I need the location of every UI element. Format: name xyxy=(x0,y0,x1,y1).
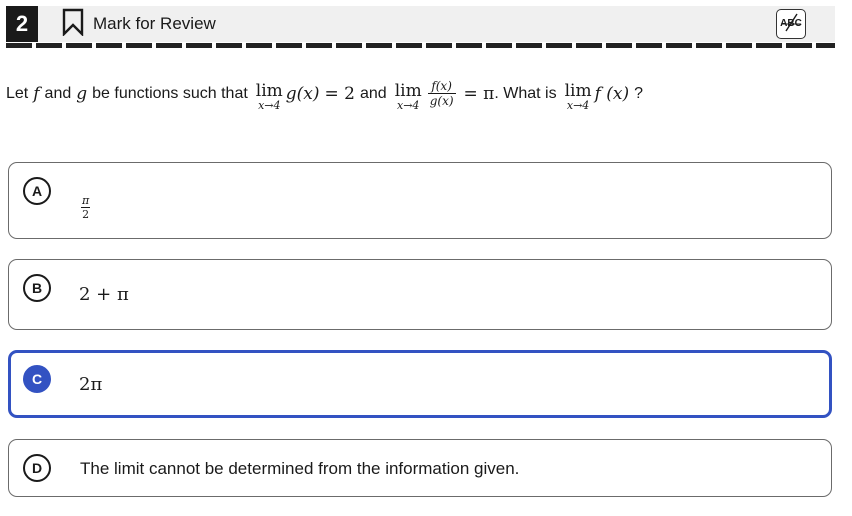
choice-letter-badge: A xyxy=(23,177,51,205)
answer-choice-b[interactable]: B 2 + π xyxy=(8,259,832,330)
lim-word: lim xyxy=(564,81,592,101)
choice-letter-badge: B xyxy=(23,274,51,302)
question-text-part: Let xyxy=(6,85,29,102)
lim-word: lim xyxy=(255,81,283,101)
question-number: 2 xyxy=(6,6,38,42)
choice-c-text: 2π xyxy=(79,374,103,395)
choice-a-denominator: 2 xyxy=(82,208,90,221)
bookmark-icon xyxy=(62,8,84,41)
mark-for-review-button[interactable]: Mark for Review xyxy=(62,8,216,41)
choice-letter-badge: D xyxy=(23,454,51,482)
fraction-numerator: f(x) xyxy=(431,78,452,93)
limit-operator: lim x→4 xyxy=(256,82,283,112)
limit-operator: lim x→4 xyxy=(395,82,422,112)
math-f: f xyxy=(33,84,40,104)
math-f-of-x: f (x) xyxy=(594,84,630,104)
question-text-part: and xyxy=(44,85,72,102)
choice-d-text: The limit cannot be determined from the … xyxy=(80,459,520,478)
mark-for-review-label: Mark for Review xyxy=(93,14,216,33)
math-equals-2: = 2 xyxy=(324,84,355,104)
choice-a-numerator: π xyxy=(82,194,90,207)
choice-letter-badge: C xyxy=(23,365,51,393)
choice-a-text: π 2 xyxy=(81,189,91,221)
question-text: Let f and g be functions such that lim x… xyxy=(6,70,846,118)
answer-choice-d[interactable]: D The limit cannot be determined from th… xyxy=(8,439,832,497)
abc-strikethrough-icon: ABC xyxy=(778,11,804,38)
lim-subscript: x→4 xyxy=(566,99,590,112)
answer-choice-a[interactable]: A π 2 xyxy=(8,162,832,239)
question-text-part: ? xyxy=(634,85,644,102)
question-text-part: be functions such that xyxy=(92,85,248,102)
question-text-part: . What is xyxy=(494,85,557,102)
choice-b-text: 2 + π xyxy=(79,284,129,305)
lim-subscript: x→4 xyxy=(396,99,420,112)
fraction-f-over-g: f(x) g(x) xyxy=(427,78,456,108)
question-text-part: and xyxy=(360,85,387,102)
limit-operator: lim x→4 xyxy=(565,82,592,112)
fraction-denominator: g(x) xyxy=(429,93,454,108)
math-g: g xyxy=(76,84,88,104)
answer-choice-c[interactable]: C 2π xyxy=(8,350,832,418)
lim-word: lim xyxy=(394,81,422,101)
math-equals-pi: = π xyxy=(463,84,495,104)
math-g-of-x: g(x) xyxy=(285,84,320,104)
answer-eliminator-toggle[interactable]: ABC xyxy=(776,9,806,39)
header-divider xyxy=(6,43,835,48)
lim-subscript: x→4 xyxy=(258,99,281,112)
